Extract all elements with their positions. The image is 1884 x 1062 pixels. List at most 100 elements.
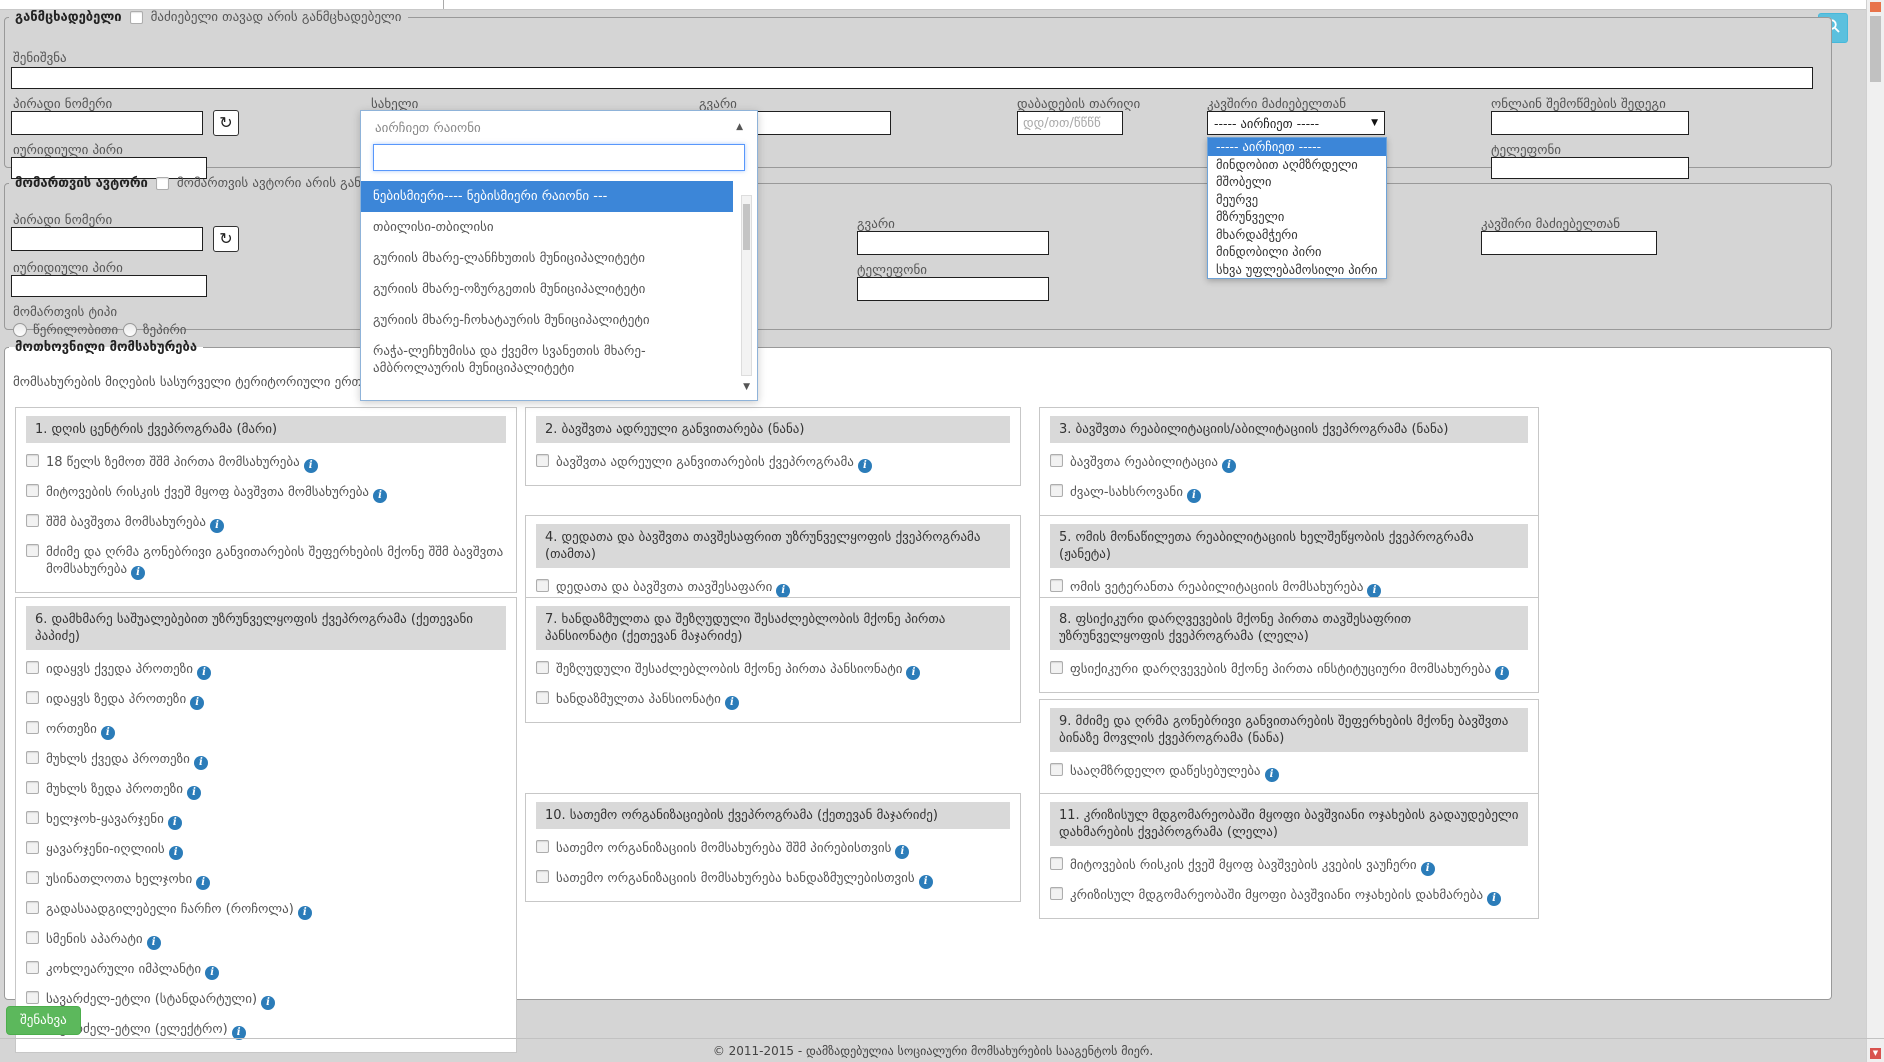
author-phone-input[interactable]	[857, 277, 1049, 301]
author-legal-person-input[interactable]	[11, 275, 207, 297]
info-icon[interactable]: i	[197, 666, 211, 680]
checkbox[interactable]	[1050, 763, 1063, 776]
info-icon[interactable]: i	[261, 996, 275, 1010]
info-icon[interactable]: i	[210, 519, 224, 533]
checkbox[interactable]	[1050, 484, 1063, 497]
info-icon[interactable]: i	[906, 666, 920, 680]
checkbox[interactable]	[536, 691, 549, 704]
relation-option[interactable]: მეურვე	[1208, 191, 1386, 209]
scrollbar-thumb[interactable]	[1870, 16, 1881, 82]
info-icon[interactable]: i	[1222, 459, 1236, 473]
region-option[interactable]: ნებისმიერი---- ნებისმიერი რაიონი ---	[361, 181, 733, 212]
checkbox[interactable]	[26, 721, 39, 734]
chevron-up-icon[interactable]: ▲	[736, 122, 743, 132]
checkbox[interactable]	[26, 931, 39, 944]
checkbox[interactable]	[536, 870, 549, 883]
dropdown-scrollbar[interactable]	[741, 195, 752, 376]
radio-written[interactable]	[13, 323, 27, 337]
dropdown-scrollbar-thumb[interactable]	[743, 204, 750, 250]
info-icon[interactable]: i	[776, 584, 790, 598]
region-option[interactable]: რაჭა-ლეჩხუმისა და ქვემო სვანეთის მხარე-ა…	[361, 336, 733, 384]
checkbox[interactable]	[26, 661, 39, 674]
checkbox[interactable]	[26, 901, 39, 914]
region-option[interactable]: გურიის მხარე-ოზურგეთის მუნიციპალიტეტი	[361, 274, 733, 305]
info-icon[interactable]: i	[1265, 768, 1279, 782]
author-last-name-input[interactable]	[857, 231, 1049, 255]
online-check-input[interactable]	[1491, 111, 1689, 135]
checkbox[interactable]	[26, 544, 39, 557]
checkbox[interactable]	[26, 811, 39, 824]
info-icon[interactable]: i	[298, 906, 312, 920]
refresh-icon[interactable]: ↻	[213, 226, 239, 252]
info-icon[interactable]: i	[101, 726, 115, 740]
checkbox[interactable]	[26, 514, 39, 527]
relation-option[interactable]: მშობელი	[1208, 173, 1386, 191]
checkbox[interactable]	[536, 579, 549, 592]
info-icon[interactable]: i	[725, 696, 739, 710]
region-option[interactable]: თბილისი-თბილისი	[361, 212, 733, 243]
info-icon[interactable]: i	[131, 566, 145, 580]
checkbox[interactable]	[26, 484, 39, 497]
checkbox[interactable]	[26, 781, 39, 794]
info-icon[interactable]: i	[190, 696, 204, 710]
relation-option[interactable]: ----- აირჩიეთ -----	[1208, 138, 1386, 156]
info-icon[interactable]: i	[373, 489, 387, 503]
info-icon[interactable]: i	[1421, 862, 1435, 876]
scrollbar-bottom-arrow[interactable]: ▼	[1870, 1048, 1881, 1059]
info-icon[interactable]: i	[205, 966, 219, 980]
checkbox[interactable]	[26, 454, 39, 467]
info-icon[interactable]: i	[919, 875, 933, 889]
info-icon[interactable]: i	[304, 459, 318, 473]
checkbox[interactable]	[1050, 661, 1063, 674]
info-icon[interactable]: i	[168, 816, 182, 830]
info-icon[interactable]: i	[1187, 489, 1201, 503]
region-option[interactable]: გურიის მხარე-ჩოხატაურის მუნიციპალიტეტი	[361, 305, 733, 336]
radio-verbal[interactable]	[123, 323, 137, 337]
scrollbar-top-marker[interactable]	[1870, 2, 1881, 12]
info-icon[interactable]: i	[1495, 666, 1509, 680]
info-icon[interactable]: i	[196, 876, 210, 890]
info-icon[interactable]: i	[895, 845, 909, 859]
info-icon[interactable]: i	[194, 756, 208, 770]
relation-option[interactable]: მზრუნველი	[1208, 208, 1386, 226]
checkbox[interactable]	[26, 961, 39, 974]
author-personal-number-input[interactable]	[11, 227, 203, 251]
chevron-down-icon[interactable]: ▼	[743, 382, 750, 392]
info-icon[interactable]: i	[169, 846, 183, 860]
relation-select[interactable]: ----- აირჩიეთ ----- ▼	[1207, 111, 1385, 135]
info-icon[interactable]: i	[187, 786, 201, 800]
checkbox[interactable]	[1050, 579, 1063, 592]
note-input[interactable]	[11, 67, 1813, 89]
info-icon[interactable]: i	[147, 936, 161, 950]
relation-option[interactable]: სხვა უფლებამოსილი პირი	[1208, 261, 1386, 279]
info-icon[interactable]: i	[1487, 892, 1501, 906]
checkbox[interactable]	[536, 454, 549, 467]
checkbox[interactable]	[26, 841, 39, 854]
checkbox[interactable]	[1050, 857, 1063, 870]
page-scrollbar[interactable]	[1866, 0, 1884, 1062]
refresh-icon[interactable]: ↻	[213, 110, 239, 136]
info-icon[interactable]: i	[1367, 584, 1381, 598]
author-relation-input[interactable]	[1481, 231, 1657, 255]
relation-option[interactable]: მინდობით აღმზრდელი	[1208, 156, 1386, 174]
checkbox[interactable]	[536, 840, 549, 853]
relation-option[interactable]: მხარდამჭერი	[1208, 226, 1386, 244]
info-icon[interactable]: i	[858, 459, 872, 473]
checkbox[interactable]	[26, 751, 39, 764]
checkbox[interactable]	[536, 661, 549, 674]
service-option: კოხლეარული იმპლანტიi	[26, 961, 506, 980]
checkbox[interactable]	[1050, 454, 1063, 467]
birth-date-input[interactable]	[1017, 111, 1123, 135]
author-self-checkbox[interactable]	[156, 177, 169, 190]
region-search-input[interactable]	[373, 144, 745, 171]
checkbox[interactable]	[26, 991, 39, 1004]
checkbox[interactable]	[26, 871, 39, 884]
checkbox[interactable]	[26, 691, 39, 704]
applicant-self-checkbox[interactable]	[130, 11, 143, 24]
checkbox[interactable]	[1050, 887, 1063, 900]
region-option[interactable]: გურიის მხარე-ლანჩხუთის მუნიციპალიტეტი	[361, 243, 733, 274]
relation-option[interactable]: მინდობილი პირი	[1208, 243, 1386, 261]
save-button[interactable]: შენახვა	[6, 1006, 81, 1035]
personal-number-input[interactable]	[11, 111, 203, 135]
service-option-label: დედათა და ბავშვთა თავშესაფარი	[556, 580, 772, 595]
